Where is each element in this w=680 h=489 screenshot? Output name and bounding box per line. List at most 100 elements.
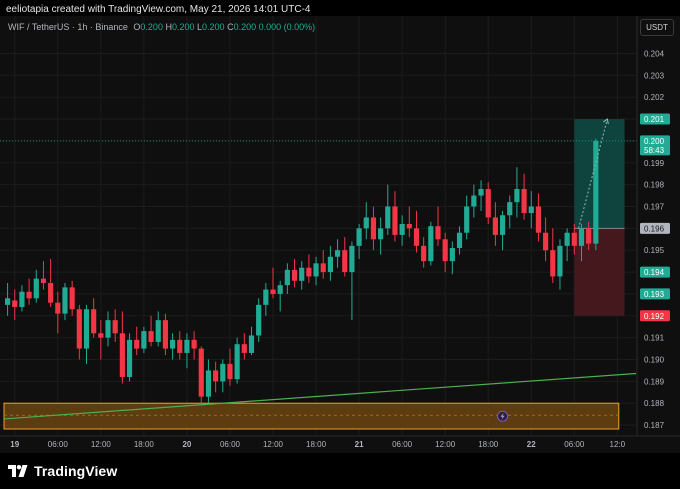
time-tick-label: 06:00 bbox=[48, 440, 69, 449]
candle-body bbox=[62, 287, 68, 314]
candlestick-chart[interactable]: 0.204 0.203 0.202 0.199 0.198 0.197 0.195 0.191… bbox=[0, 16, 680, 453]
time-tick-label: 06:00 bbox=[392, 440, 413, 449]
price-tick-label: 0.189 bbox=[644, 377, 665, 386]
candle-body bbox=[112, 320, 118, 334]
candle-body bbox=[456, 232, 463, 249]
candle-body bbox=[83, 309, 90, 349]
candle-body bbox=[356, 228, 362, 246]
candle-body bbox=[162, 320, 168, 349]
time-tick-label: 12:00 bbox=[91, 440, 112, 449]
price-label-text: 0.192 bbox=[644, 312, 665, 321]
candle-body bbox=[177, 339, 183, 353]
footer: TradingView bbox=[0, 453, 680, 489]
candle-body bbox=[241, 344, 247, 353]
candle-body bbox=[464, 206, 470, 233]
candle-body bbox=[385, 206, 391, 229]
candle-body bbox=[277, 285, 283, 294]
time-tick-label: 20 bbox=[182, 440, 191, 449]
low-value: 0.200 bbox=[202, 22, 225, 32]
chart-pane[interactable]: 0.204 0.203 0.202 0.199 0.198 0.197 0.195 0.191… bbox=[0, 16, 680, 453]
candle-body bbox=[428, 226, 434, 262]
time-tick-label: 12:00 bbox=[435, 440, 456, 449]
candle-body bbox=[392, 206, 398, 235]
candle-body bbox=[399, 223, 405, 235]
chart-credit: eeliotapia created with TradingView.com,… bbox=[6, 4, 311, 15]
time-tick-label: 12:0 bbox=[610, 440, 626, 449]
candle-body bbox=[378, 228, 384, 240]
candle-body bbox=[478, 189, 484, 196]
time-tick-label: 21 bbox=[355, 440, 364, 449]
candle-body bbox=[169, 339, 176, 349]
price-tick-label: 0.190 bbox=[644, 355, 665, 364]
candle-body bbox=[248, 335, 255, 353]
candle-body bbox=[535, 206, 542, 233]
candle-body bbox=[5, 298, 11, 305]
candle-body bbox=[564, 232, 570, 246]
high-value: 0.200 bbox=[171, 22, 195, 32]
candle-body bbox=[198, 348, 204, 397]
candle-body bbox=[234, 344, 240, 380]
candle-body bbox=[141, 331, 147, 349]
price-axis-background bbox=[637, 16, 680, 453]
candle-body bbox=[313, 263, 319, 277]
candle-body bbox=[98, 333, 104, 338]
candle-body bbox=[485, 189, 491, 218]
candle-body bbox=[119, 333, 125, 377]
candle-body bbox=[557, 245, 563, 277]
price-tick-label: 0.191 bbox=[644, 334, 665, 343]
price-label-text: 0.200 bbox=[644, 137, 665, 146]
time-tick-label: 22 bbox=[527, 440, 536, 449]
candle-body bbox=[134, 339, 140, 349]
price-tick-label: 0.188 bbox=[644, 399, 665, 408]
price-tick-label: 0.195 bbox=[644, 246, 665, 255]
symbol-name[interactable]: WIF / TetherUS · 1h · Binance bbox=[8, 22, 128, 32]
candle-body bbox=[105, 320, 111, 338]
candle-body bbox=[148, 331, 154, 343]
position-profit-zone bbox=[574, 119, 625, 229]
candle-body bbox=[155, 320, 161, 343]
candle-body bbox=[550, 250, 556, 277]
candle-body bbox=[543, 232, 549, 251]
price-tick-label: 0.202 bbox=[644, 93, 665, 102]
symbol-legend: WIF / TetherUS · 1h · Binance O0.200 H0.… bbox=[8, 21, 315, 33]
candle-body bbox=[220, 363, 226, 382]
candle-body bbox=[33, 278, 39, 299]
candle-body bbox=[40, 278, 47, 283]
tradingview-logo-icon bbox=[8, 465, 28, 477]
candle-body bbox=[76, 309, 82, 349]
tradingview-brand: TradingView bbox=[34, 463, 118, 479]
candle-body bbox=[507, 202, 513, 216]
currency-button[interactable]: USDT bbox=[640, 19, 674, 36]
candle-body bbox=[205, 370, 212, 397]
candle-body bbox=[306, 267, 312, 277]
candle-body bbox=[492, 217, 498, 235]
candle-body bbox=[91, 309, 97, 334]
candle-body bbox=[471, 195, 477, 207]
candle-body bbox=[421, 245, 427, 262]
time-tick-label: 18:00 bbox=[306, 440, 327, 449]
price-tick-label: 0.197 bbox=[644, 202, 665, 211]
candle-body bbox=[514, 189, 520, 203]
tradingview-logo[interactable]: TradingView bbox=[8, 462, 117, 480]
candle-body bbox=[571, 232, 577, 246]
candle-body bbox=[593, 140, 599, 244]
candle-body bbox=[69, 287, 75, 310]
candle-body bbox=[578, 228, 585, 246]
candle-body bbox=[327, 256, 333, 273]
candle-body bbox=[370, 217, 377, 240]
time-tick-label: 06:00 bbox=[564, 440, 585, 449]
candle-body bbox=[435, 226, 441, 240]
time-tick-label: 18:00 bbox=[478, 440, 499, 449]
price-tick-label: 0.199 bbox=[644, 159, 665, 168]
candle-body bbox=[586, 228, 592, 244]
price-label-text: 0.193 bbox=[644, 290, 665, 299]
candle-body bbox=[55, 302, 61, 314]
price-label-text: 0.196 bbox=[644, 224, 665, 233]
price-tick-label: 0.203 bbox=[644, 71, 665, 80]
candle-body bbox=[191, 339, 197, 349]
candle-body bbox=[521, 189, 527, 214]
candle-body bbox=[363, 217, 369, 229]
price-label-text: 0.194 bbox=[644, 268, 665, 277]
candle-body bbox=[48, 282, 54, 303]
candle-body bbox=[256, 304, 262, 336]
